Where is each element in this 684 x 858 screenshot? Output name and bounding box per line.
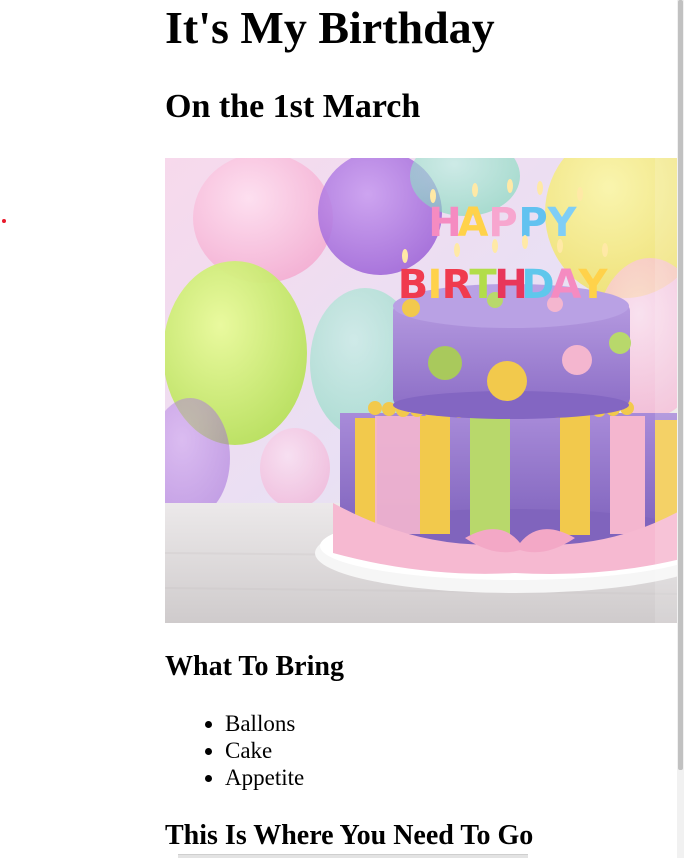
what-to-bring-heading: What To Bring — [165, 651, 344, 682]
svg-text:A: A — [458, 200, 489, 246]
svg-text:A: A — [551, 262, 582, 308]
svg-text:P: P — [488, 200, 517, 246]
list-item: Appetite — [225, 764, 304, 791]
vertical-scrollbar[interactable] — [677, 0, 684, 858]
svg-text:Y: Y — [578, 262, 609, 308]
birthday-cake-image: H A P P Y B I R T H D A Y — [165, 158, 677, 623]
scrollbar-thumb[interactable] — [678, 0, 683, 770]
list-item: Cake — [225, 737, 304, 764]
svg-text:B: B — [398, 262, 429, 308]
list-item: Ballons — [225, 710, 304, 737]
svg-text:I: I — [428, 262, 443, 308]
bring-list: Ballons Cake Appetite — [165, 710, 304, 791]
red-dot-marker — [2, 219, 6, 223]
svg-text:R: R — [442, 262, 473, 308]
page-subtitle: On the 1st March — [165, 88, 421, 125]
svg-text:T: T — [469, 262, 497, 308]
svg-text:Y: Y — [547, 200, 578, 246]
directions-heading: This Is Where You Need To Go — [165, 820, 534, 851]
map-embed-edge[interactable] — [178, 854, 528, 858]
page: It's My Birthday On the 1st March H A P … — [0, 0, 684, 858]
page-title: It's My Birthday — [165, 2, 495, 53]
